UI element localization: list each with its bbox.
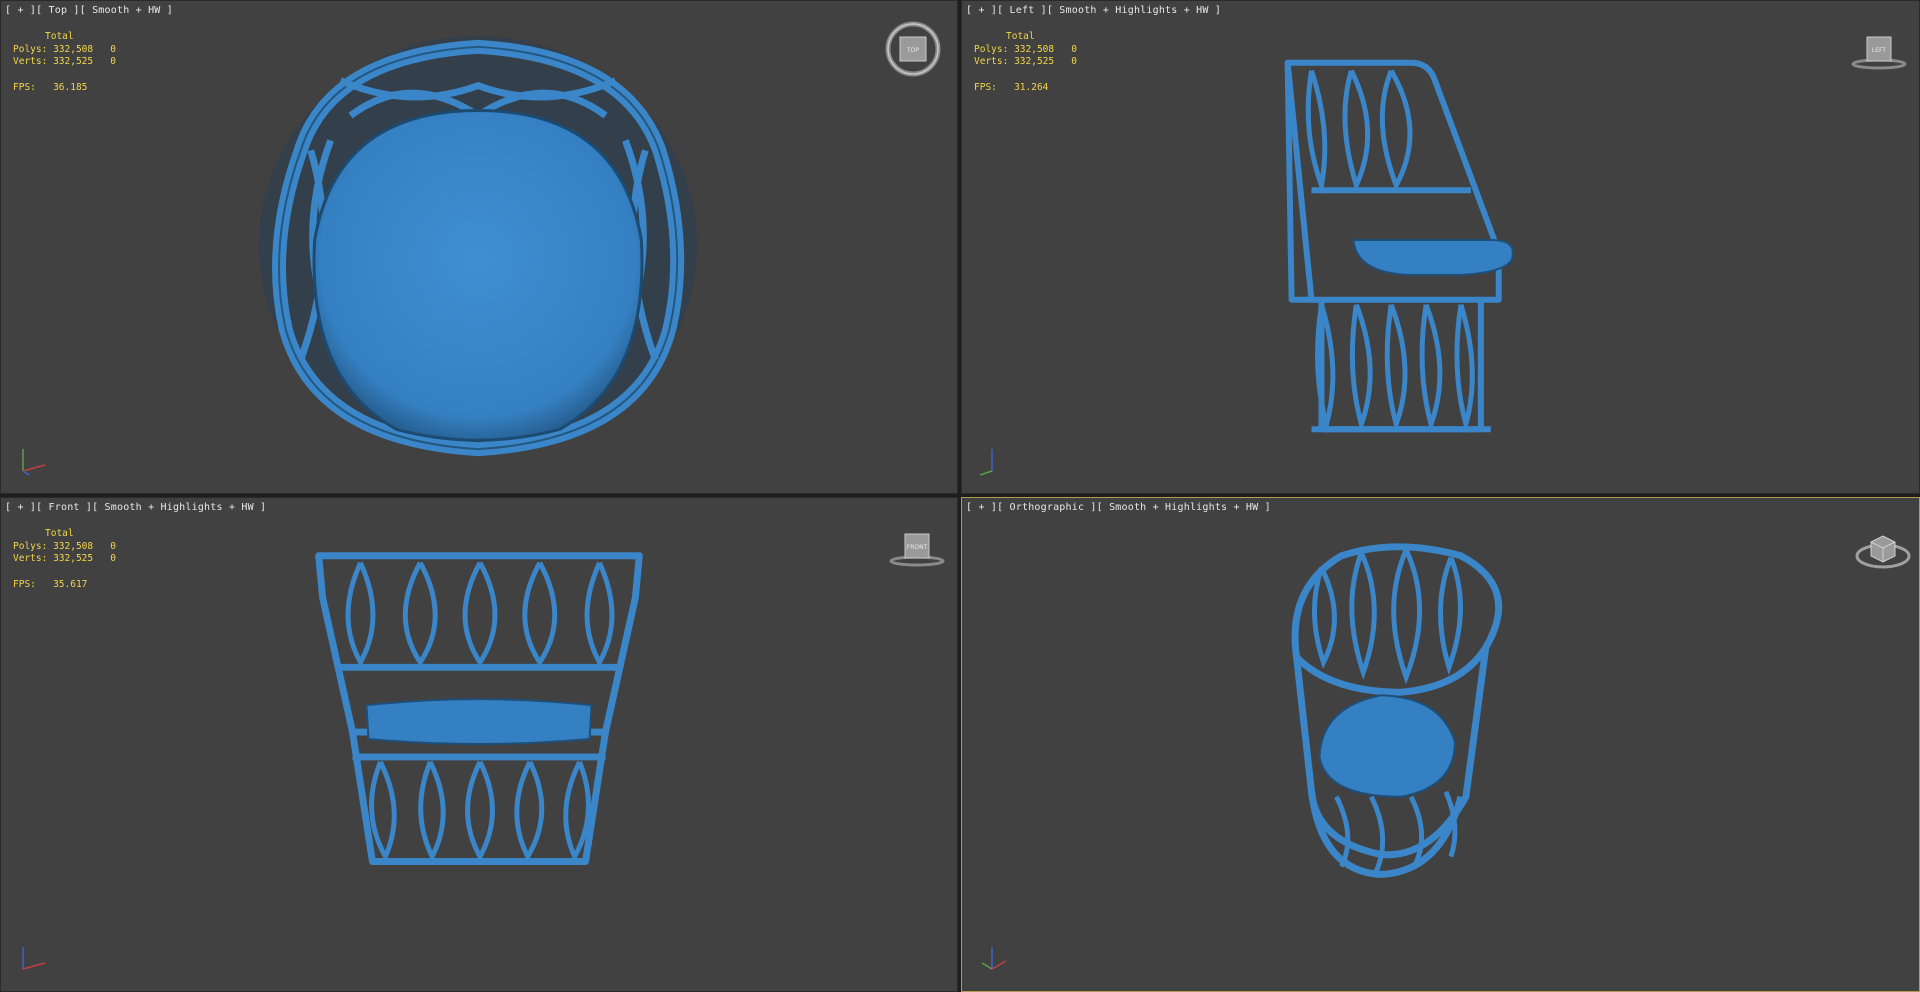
- polys-label: Polys:: [13, 43, 48, 55]
- verts-value: 332,525: [1014, 56, 1055, 67]
- verts-label: Verts:: [974, 56, 1009, 67]
- viewport-label[interactable]: [ + ][ Orthographic ][ Smooth + Highligh…: [966, 502, 1271, 513]
- axis-gizmo-icon: [979, 449, 993, 476]
- axis-gizmo-icon: [981, 947, 1007, 970]
- chair-model-orthographic-view: [1291, 543, 1503, 878]
- viewport-orthographic[interactable]: [ + ][ Orthographic ][ Smooth + Highligh…: [961, 497, 1920, 992]
- stats-header: Total: [45, 31, 74, 42]
- verts-value: 332,525: [53, 553, 94, 564]
- stats-overlay: Total Polys: 332,508 0 Verts: 332,525 0 …: [13, 31, 116, 94]
- viewcube-face-label: LEFT: [1872, 47, 1886, 54]
- polys-value: 332,508: [53, 540, 94, 552]
- polys-label: Polys:: [13, 540, 48, 552]
- stats-overlay: Total Polys: 332,508 0 Verts: 332,525 0 …: [974, 31, 1077, 94]
- viewcube-icon[interactable]: [1853, 516, 1913, 576]
- fps-value: 31.264: [1014, 81, 1049, 93]
- viewport-top[interactable]: [ + ][ Top ][ Smooth + HW ] Total Polys:…: [0, 0, 958, 494]
- viewcube-face-label: TOP: [906, 47, 919, 54]
- viewcube-face-label: FRONT: [907, 544, 928, 551]
- polys-selected: 0: [110, 43, 117, 55]
- viewcube-icon[interactable]: LEFT: [1849, 19, 1909, 79]
- viewport-label[interactable]: [ + ][ Left ][ Smooth + Highlights + HW …: [966, 5, 1221, 16]
- fps-label: FPS:: [13, 81, 36, 93]
- chair-model-top-view: [258, 35, 698, 457]
- polys-selected: 0: [1071, 43, 1078, 55]
- verts-label: Verts:: [13, 56, 48, 67]
- verts-selected: 0: [110, 553, 117, 564]
- verts-label: Verts:: [13, 553, 48, 564]
- verts-value: 332,525: [53, 56, 94, 67]
- fps-label: FPS:: [13, 578, 36, 590]
- axis-gizmo-icon: [22, 449, 46, 476]
- chair-model-left-view: [1284, 59, 1514, 434]
- viewport-front[interactable]: [ + ][ Front ][ Smooth + Highlights + HW…: [0, 497, 958, 992]
- fps-value: 35.617: [53, 578, 88, 590]
- viewcube-icon[interactable]: FRONT: [887, 516, 947, 576]
- axis-gizmo-icon: [22, 947, 46, 970]
- polys-label: Polys:: [974, 43, 1009, 55]
- stats-header: Total: [45, 528, 74, 539]
- viewport-label[interactable]: [ + ][ Front ][ Smooth + Highlights + HW…: [5, 502, 266, 513]
- polys-value: 332,508: [53, 43, 94, 55]
- chair-model-front-view: [315, 552, 643, 866]
- verts-selected: 0: [1071, 56, 1078, 67]
- fps-value: 36.185: [53, 81, 88, 93]
- fps-label: FPS:: [974, 81, 997, 93]
- stats-overlay: Total Polys: 332,508 0 Verts: 332,525 0 …: [13, 528, 116, 591]
- stats-header: Total: [1006, 31, 1035, 42]
- verts-selected: 0: [110, 56, 117, 67]
- viewcube-icon[interactable]: TOP: [883, 19, 943, 79]
- viewport-label[interactable]: [ + ][ Top ][ Smooth + HW ]: [5, 5, 173, 16]
- polys-selected: 0: [110, 540, 117, 552]
- polys-value: 332,508: [1014, 43, 1055, 55]
- viewport-left[interactable]: [ + ][ Left ][ Smooth + Highlights + HW …: [961, 0, 1920, 494]
